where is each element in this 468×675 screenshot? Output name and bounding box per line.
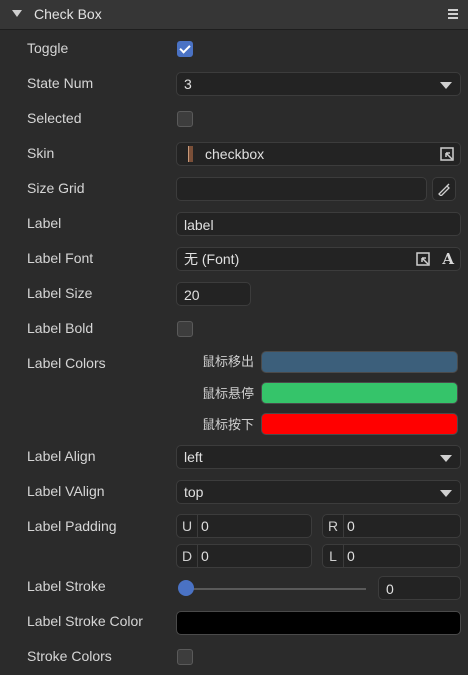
label-stroke-color-swatch[interactable] [176,611,461,635]
state-num-dropdown[interactable]: 3 [176,72,461,96]
section-header[interactable]: Check Box [0,0,468,30]
label-stroke-color-label: Label Stroke Color [27,613,143,629]
padding-left-input[interactable]: L 0 [322,544,461,568]
selected-checkbox[interactable] [177,111,193,127]
toggle-label: Toggle [27,40,69,56]
label-bold-checkbox[interactable] [177,321,193,337]
color-mouse-hover-label: 鼠标悬停 [202,386,255,401]
label-align-label: Label Align [27,448,96,464]
label-colors-label: Label Colors [27,355,106,371]
padding-left-value: 0 [347,548,355,564]
padding-up-value: 0 [201,518,209,534]
label-stroke-label: Label Stroke [27,578,106,594]
skin-field[interactable]: checkbox [176,142,461,166]
font-icon[interactable]: A [442,248,454,270]
padding-right-value: 0 [347,518,355,534]
skin-value: checkbox [205,146,265,162]
stroke-slider-track[interactable] [186,588,366,590]
label-size-input[interactable]: 20 [176,282,251,306]
padding-right-input[interactable]: R 0 [322,514,461,538]
label-size-label: Label Size [27,285,93,301]
state-num-value: 3 [184,76,192,92]
label-valign-dropdown[interactable]: top [176,480,461,504]
skin-label: Skin [27,145,55,161]
label-align-value: left [184,449,203,465]
padding-right-key: R [323,515,344,537]
color-mouse-hover-swatch[interactable] [261,382,458,404]
stroke-colors-label: Stroke Colors [27,648,112,664]
pick-resource-icon[interactable] [440,147,454,161]
label-text-label: Label [27,215,62,231]
label-font-field[interactable]: 无 (Font) A [176,247,461,271]
padding-left-key: L [323,545,344,567]
color-mouse-out-swatch[interactable] [261,351,458,373]
stroke-colors-checkbox[interactable] [177,649,193,665]
size-grid-input[interactable] [176,177,427,201]
state-num-label: State Num [27,75,94,91]
edit-grid-button[interactable] [432,177,456,201]
chevron-down-icon [440,490,452,497]
color-mouse-down-label: 鼠标按下 [202,417,255,432]
label-padding-label: Label Padding [27,518,117,534]
padding-up-input[interactable]: U 0 [176,514,312,538]
label-align-dropdown[interactable]: left [176,445,461,469]
color-mouse-down-swatch[interactable] [261,413,458,435]
label-text-input[interactable]: label [176,212,461,236]
label-font-label: Label Font [27,250,94,266]
menu-icon[interactable] [448,9,458,21]
padding-up-key: U [177,515,198,537]
label-valign-value: top [184,484,204,500]
selected-label: Selected [27,110,82,126]
size-grid-label: Size Grid [27,180,85,196]
toggle-checkbox[interactable] [177,41,193,57]
label-bold-label: Label Bold [27,320,94,336]
pick-resource-icon[interactable] [416,252,430,266]
collapse-caret-icon[interactable] [12,10,22,17]
label-stroke-input[interactable]: 0 [378,576,461,600]
label-font-value: 无 (Font) [184,251,240,267]
section-title: Check Box [34,6,102,22]
skin-thumbnail-icon [188,146,193,162]
stroke-slider-handle[interactable] [178,580,194,596]
padding-down-key: D [177,545,198,567]
chevron-down-icon [440,455,452,462]
padding-down-value: 0 [201,548,209,564]
padding-down-input[interactable]: D 0 [176,544,312,568]
chevron-down-icon [440,82,452,89]
label-valign-label: Label VAlign [27,483,105,499]
color-mouse-out-label: 鼠标移出 [202,354,255,369]
brush-icon [438,183,450,196]
